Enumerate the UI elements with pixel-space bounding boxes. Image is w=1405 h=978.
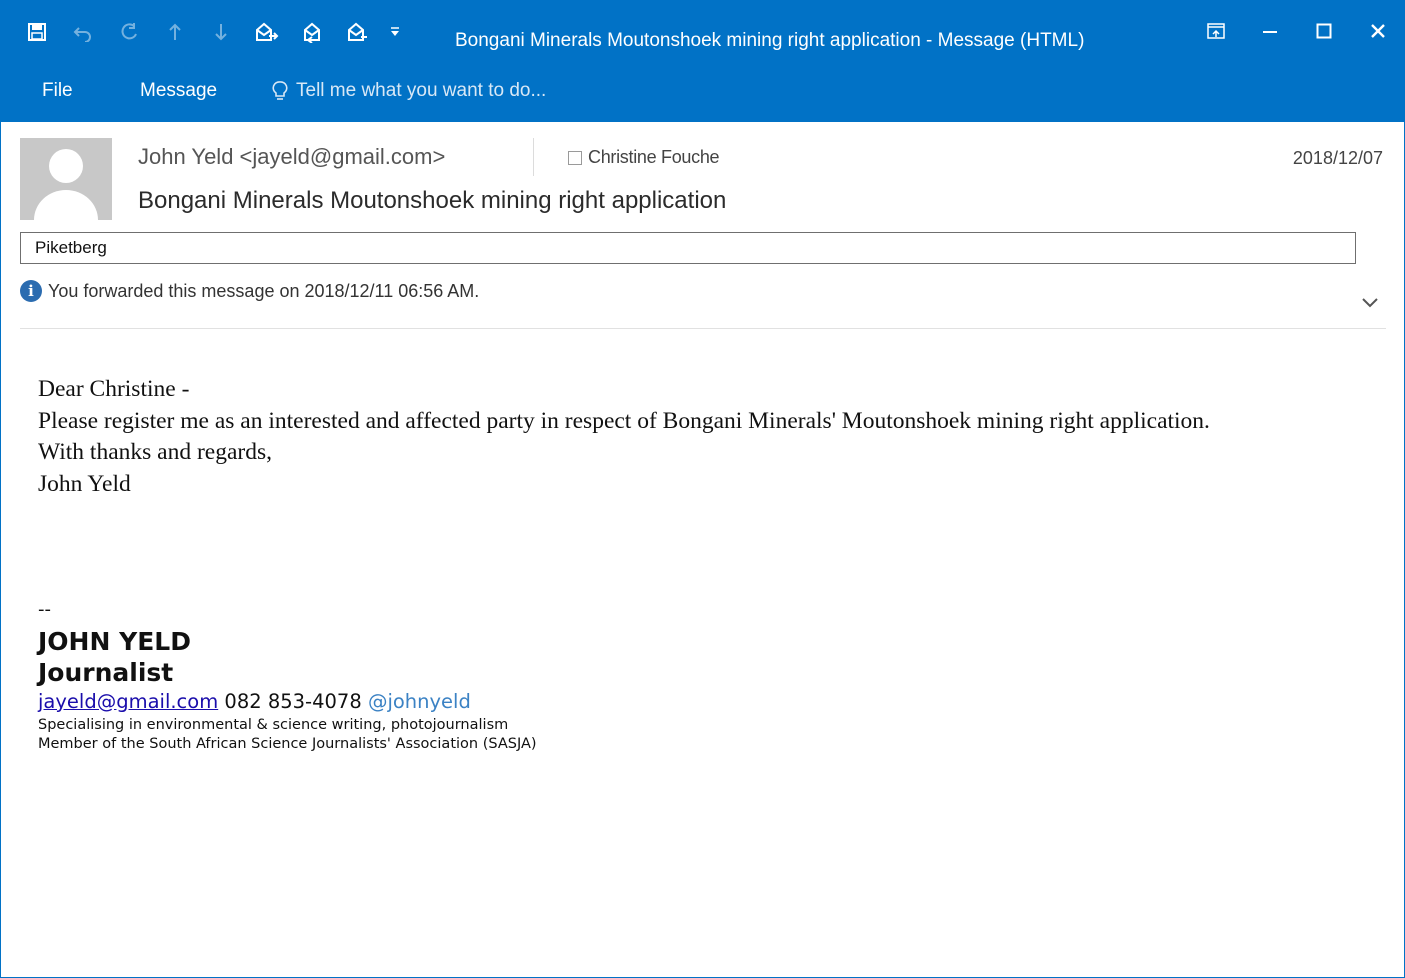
signature-name: JOHN YELD <box>38 627 191 656</box>
save-icon[interactable] <box>14 18 60 46</box>
redo-icon[interactable] <box>106 18 152 46</box>
category-bar: Piketberg <box>20 232 1356 264</box>
subject: Bongani Minerals Moutonshoek mining righ… <box>138 187 727 214</box>
signature-handle: @johnyeld <box>367 690 471 713</box>
forward-icon[interactable] <box>336 18 382 46</box>
ribbon-tabs: File Message Tell me what you want to do… <box>0 72 1405 122</box>
customize-qat-icon[interactable] <box>382 18 408 46</box>
reply-all-icon[interactable] <box>290 18 336 46</box>
info-bar: i You forwarded this message on 2018/12/… <box>20 280 479 302</box>
body-paragraph: Please register me as an interested and … <box>38 407 1210 434</box>
signature-phone: 082 853-4078 <box>224 690 362 713</box>
person-icon <box>34 149 98 220</box>
sender[interactable]: John Yeld <jayeld@gmail.com> <box>138 144 445 170</box>
signature-dash: -- <box>38 599 51 620</box>
avatar[interactable] <box>20 138 112 220</box>
header-divider <box>533 138 534 176</box>
signature-email-link[interactable]: jayeld@gmail.com <box>38 690 218 713</box>
lightbulb-icon <box>272 81 288 100</box>
signature-line-2: Member of the South African Science Jour… <box>38 736 537 752</box>
maximize-icon[interactable] <box>1297 14 1351 48</box>
window-controls <box>1189 14 1405 48</box>
window-title: Bongani Minerals Moutonshoek mining righ… <box>455 30 1085 51</box>
reply-icon[interactable] <box>244 18 290 46</box>
recipient-name: Christine Fouche <box>588 147 720 167</box>
quick-access-toolbar <box>14 18 408 46</box>
info-icon: i <box>20 280 42 302</box>
tab-message[interactable]: Message <box>140 78 217 104</box>
title-bar: Bongani Minerals Moutonshoek mining righ… <box>0 0 1405 72</box>
previous-item-icon[interactable] <box>152 18 198 46</box>
signature-line-1: Specialising in environmental & science … <box>38 717 509 733</box>
greeting: Dear Christine - <box>38 376 190 402</box>
info-text: You forwarded this message on 2018/12/11… <box>48 280 480 301</box>
tell-me-search[interactable]: Tell me what you want to do... <box>272 78 546 104</box>
sent-date: 2018/12/07 <box>1292 148 1383 168</box>
recipient-checkbox[interactable] <box>568 150 582 165</box>
tab-file[interactable]: File <box>42 78 73 104</box>
header-separator <box>20 328 1386 329</box>
close-icon[interactable] <box>1351 14 1405 48</box>
signature: -- JOHN YELD Journalist jayeld@gmail.com… <box>38 598 537 754</box>
signature-contact: jayeld@gmail.com 082 853-4078 @johnyeld <box>38 688 537 716</box>
tell-me-placeholder: Tell me what you want to do... <box>296 80 547 101</box>
next-item-icon[interactable] <box>198 18 244 46</box>
minimize-icon[interactable] <box>1243 14 1297 48</box>
recipient[interactable]: Christine Fouche <box>568 147 720 168</box>
chevron-down-icon[interactable] <box>1361 296 1379 314</box>
closing: With thanks and regards, <box>38 439 272 465</box>
undo-icon[interactable] <box>60 18 106 46</box>
body-sender-name: John Yeld <box>38 470 131 497</box>
ribbon-display-options-icon[interactable] <box>1189 14 1243 48</box>
signature-role: Journalist <box>38 658 174 687</box>
message-body: Dear Christine - Please register me as a… <box>38 374 1368 500</box>
